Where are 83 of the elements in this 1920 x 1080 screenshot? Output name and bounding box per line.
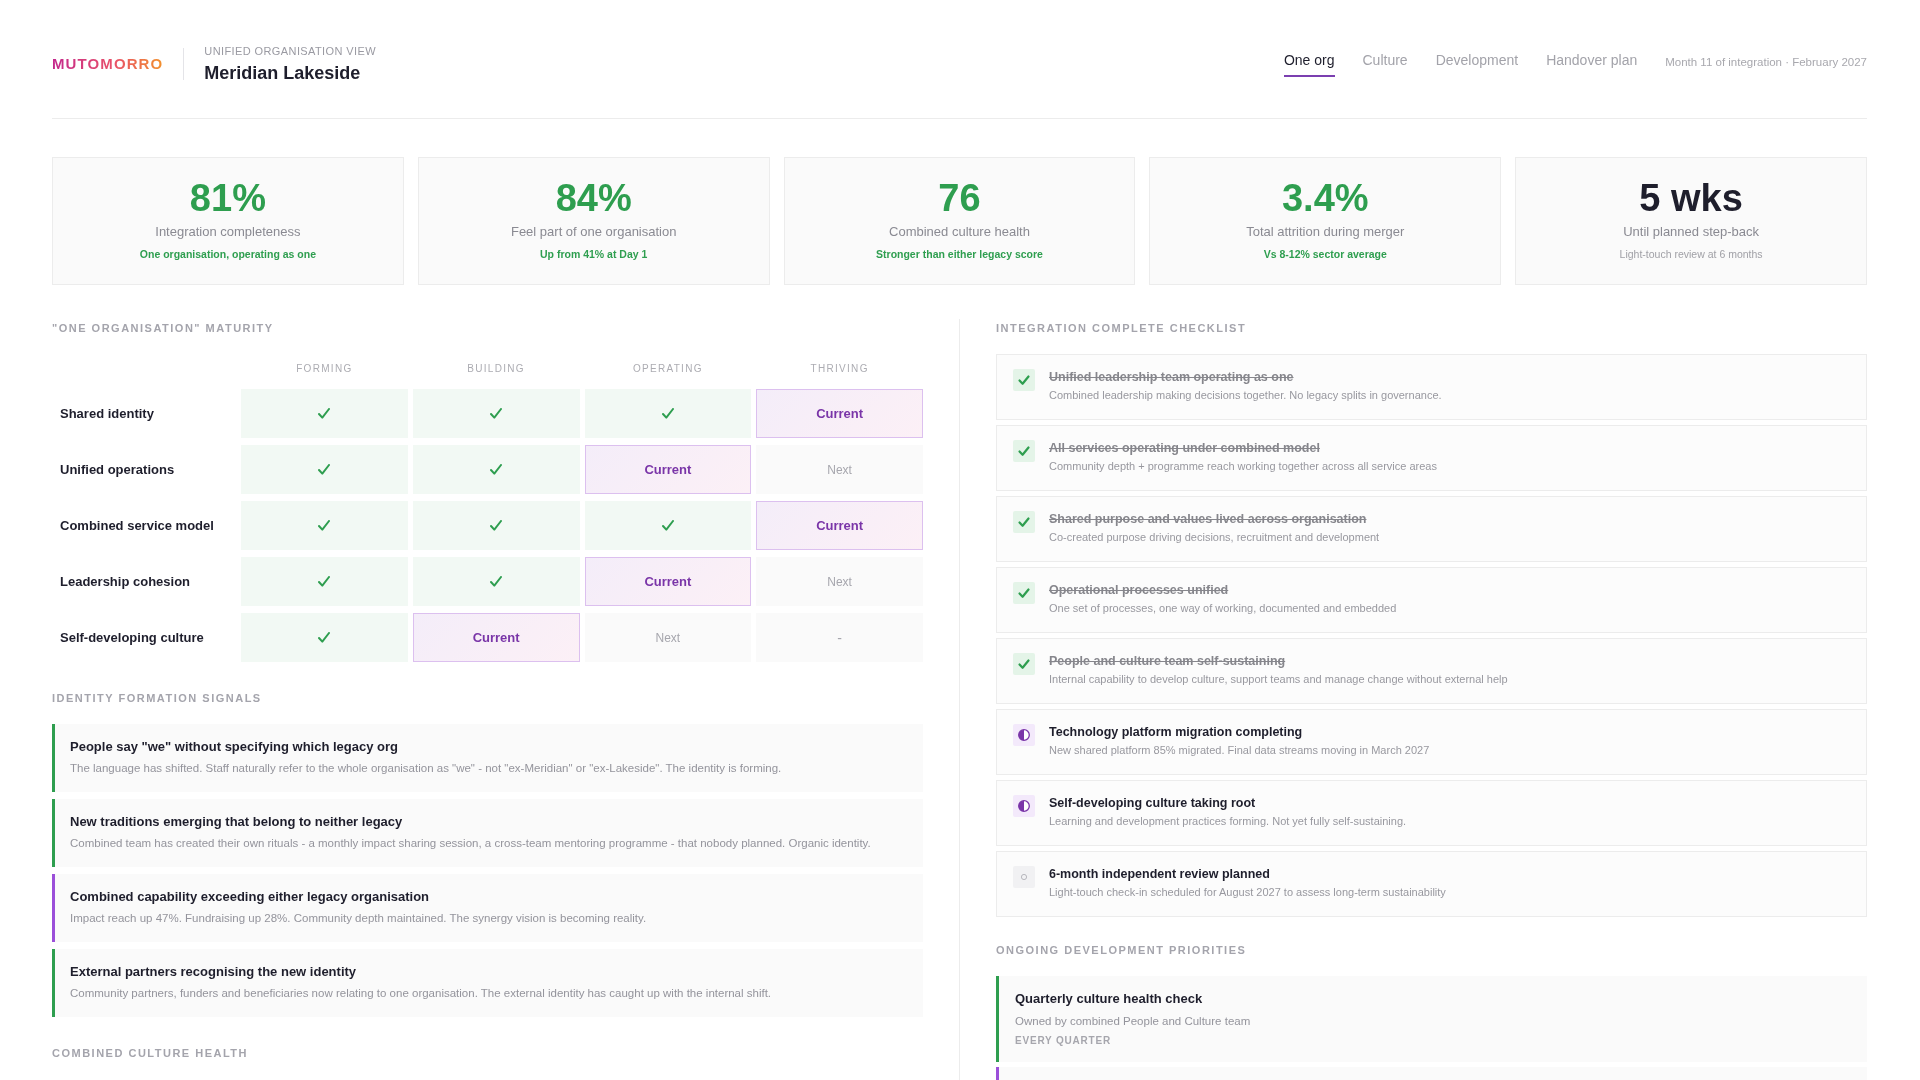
priority-owner: Owned by combined People and Culture team — [1015, 1014, 1251, 1029]
item-description: New shared platform 85% migrated. Final data streams moving in March 2027 — [1049, 743, 1430, 758]
row-label: Leadership cohesion — [59, 574, 191, 589]
signal-description: Community partners, funders and beneficiaries now relating to one organisation. The external identity has caught up with the internal shift. — [70, 986, 772, 1001]
row-label: Self-developing culture — [59, 630, 204, 645]
check-icon — [318, 464, 331, 475]
maturity-cell: Current — [584, 445, 752, 494]
column-header: OPERATING — [632, 362, 703, 376]
maturity-cell: Current — [412, 613, 580, 662]
maturity-cell: Next — [584, 613, 752, 662]
item-title: All services operating under combined model — [1049, 440, 1320, 456]
item-description: Internal capability to develop culture, support teams and manage change without external help — [1049, 672, 1508, 687]
kpi-value: 76 — [938, 177, 981, 219]
item-description: One set of processes, one way of working, documented and embedded — [1049, 601, 1397, 616]
nav-tab[interactable]: Development — [1435, 51, 1519, 77]
item-title: 6-month independent review planned — [1049, 866, 1270, 882]
column-header: THRIVING — [810, 362, 869, 376]
kpi-note: One organisation, operating as one — [139, 247, 316, 261]
check-icon — [490, 520, 503, 531]
item-description: Combined leadership making decisions together. No legacy splits in governance. — [1049, 388, 1442, 403]
item-title: Technology platform migration completing — [1049, 724, 1303, 740]
kpi-note: Stronger than either legacy score — [876, 247, 1043, 261]
column-header: FORMING — [296, 362, 353, 376]
check-icon — [661, 520, 674, 531]
kpi-label: Feel part of one organisation — [510, 223, 677, 240]
nav-tab[interactable]: Handover plan — [1546, 51, 1638, 77]
kpi-value: 84% — [555, 177, 632, 219]
item-description: Community depth + programme reach working together across all service areas — [1049, 459, 1437, 474]
signal-description: Combined team has created their own rituals - a monthly impact sharing session, a cross-team mentoring programme - that nobody planned. Organic identity. — [70, 836, 871, 851]
item-description: Learning and development practices forming. Not yet fully self-sustaining. — [1049, 814, 1407, 829]
maturity-cell: Current — [756, 389, 923, 438]
signal-title: Combined capability exceeding either legacy organisation — [70, 888, 430, 906]
item-title: Shared purpose and values lived across organisation — [1049, 511, 1367, 527]
kpi-label: Integration completeness — [155, 223, 301, 240]
kpi-label: Until planned step-back — [1623, 223, 1759, 240]
period-text: Month 11 of integration · February 2027 — [1665, 55, 1867, 69]
kpi-value: 5 wks — [1639, 177, 1743, 219]
row-label: Unified operations — [59, 462, 175, 477]
signal-description: The language has shifted. Staff naturally refer to the whole organisation as "we" - not "ex-Meridian" or "ex-Lakeside". The identity is forming. — [70, 761, 782, 776]
priority-title: Quarterly culture health check — [1015, 990, 1203, 1008]
kpi-note: Vs 8-12% sector average — [1263, 247, 1387, 261]
signal-title: People say "we" without specifying which legacy org — [70, 738, 398, 756]
column-header: BUILDING — [467, 362, 525, 376]
item-title: Unified leadership team operating as one — [1049, 369, 1294, 385]
signal-title: New traditions emerging that belong to neither legacy — [70, 813, 403, 831]
nav-tab[interactable]: One org — [1283, 51, 1335, 77]
kpi-note: Up from 41% at Day 1 — [540, 247, 648, 261]
section-heading: IDENTITY FORMATION SIGNALS — [52, 692, 262, 705]
kpi-label: Combined culture health — [889, 223, 1030, 240]
view-label: UNIFIED ORGANISATION VIEW — [204, 44, 377, 58]
check-icon — [318, 576, 331, 587]
section-heading: ONGOING DEVELOPMENT PRIORITIES — [996, 944, 1247, 957]
kpi-value: 3.4% — [1281, 177, 1369, 219]
section-heading: INTEGRATION COMPLETE CHECKLIST — [996, 322, 1247, 335]
kpi-value: 81% — [189, 177, 266, 219]
maturity-cell: Next — [756, 445, 923, 494]
check-icon — [490, 464, 503, 475]
row-label: Shared identity — [59, 406, 154, 421]
row-label: Combined service model — [59, 518, 214, 533]
check-icon — [661, 408, 674, 419]
check-icon — [318, 632, 331, 643]
check-icon — [318, 520, 331, 531]
signal-description: Impact reach up 47%. Fundraising up 28%. Community depth maintained. The synergy vision is becoming reality. — [70, 911, 647, 926]
item-title: Operational processes unified — [1049, 582, 1229, 598]
signal-title: External partners recognising the new identity — [70, 963, 357, 981]
item-description: Light-touch check-in scheduled for August 2027 to assess long-term sustainability — [1049, 885, 1446, 900]
org-title: Meridian Lakeside — [204, 62, 361, 84]
item-description: Co-created purpose driving decisions, recruitment and development — [1049, 530, 1380, 545]
maturity-cell: Next — [756, 557, 923, 606]
section-heading: "ONE ORGANISATION" MATURITY — [52, 322, 274, 335]
check-icon — [318, 408, 331, 419]
maturity-cell: - — [756, 613, 923, 662]
kpi-label: Total attrition during merger — [1246, 223, 1405, 240]
nav-tab[interactable]: Culture — [1362, 51, 1408, 77]
maturity-cell: Current — [584, 557, 752, 606]
check-icon — [490, 408, 503, 419]
item-title: Self-developing culture taking root — [1049, 795, 1256, 811]
section-heading: COMBINED CULTURE HEALTH — [52, 1047, 249, 1060]
check-icon — [490, 576, 503, 587]
item-title: People and culture team self-sustaining — [1049, 653, 1286, 669]
kpi-note: Light-touch review at 6 months — [1619, 247, 1763, 261]
maturity-cell: Current — [756, 501, 923, 550]
priority-frequency: EVERY QUARTER — [1015, 1034, 1111, 1048]
